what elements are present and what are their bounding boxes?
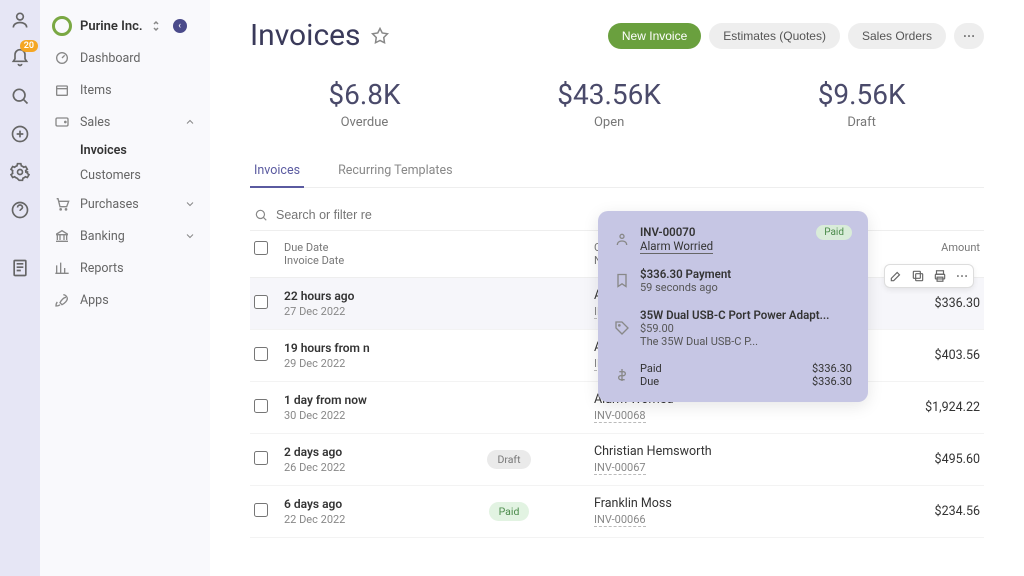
chevron-down-icon	[184, 198, 196, 210]
table-row[interactable]: 2 days ago 26 Dec 2022 Draft Christian H…	[250, 434, 984, 486]
person-icon	[614, 225, 630, 253]
print-icon[interactable]	[933, 269, 947, 283]
tag-icon	[614, 308, 630, 348]
sales-orders-button[interactable]: Sales Orders	[848, 23, 946, 49]
org-name: Purine Inc.	[80, 19, 143, 34]
status-badge: Paid	[489, 502, 530, 521]
star-icon[interactable]	[371, 27, 389, 45]
invoice-preview-popover: Paid INV-00070 Alarm Worried $336.30 Pay…	[598, 211, 868, 402]
more-icon[interactable]	[955, 269, 969, 283]
nav-invoices[interactable]: Invoices	[80, 138, 210, 163]
dollar-icon	[614, 362, 630, 388]
row-actions	[884, 264, 974, 288]
dots-icon	[962, 29, 976, 43]
row-checkbox[interactable]	[254, 295, 268, 309]
popover-customer-link[interactable]: Alarm Worried	[640, 239, 713, 254]
stat-overdue: $6.8K Overdue	[328, 78, 400, 130]
invoice-number-link[interactable]: INV-00067	[594, 461, 646, 475]
popover-status: Paid	[816, 225, 852, 240]
row-checkbox[interactable]	[254, 347, 268, 361]
page-icon[interactable]	[10, 258, 30, 278]
chevron-down-icon	[184, 230, 196, 242]
search-icon	[254, 208, 268, 222]
row-checkbox[interactable]	[254, 503, 268, 517]
bank-icon	[54, 228, 70, 244]
speedometer-icon	[54, 50, 70, 66]
user-icon[interactable]	[10, 10, 30, 30]
table-row[interactable]: 6 days ago 22 Dec 2022 Paid Franklin Mos…	[250, 486, 984, 538]
nav-items[interactable]: Items	[40, 74, 210, 106]
chevron-up-icon	[184, 116, 196, 128]
new-invoice-button[interactable]: New Invoice	[608, 23, 701, 49]
box-icon	[54, 82, 70, 98]
wallet-icon	[54, 114, 70, 130]
bell-icon[interactable]: 20	[10, 48, 30, 68]
status-badge: Draft	[487, 450, 530, 469]
cart-icon	[54, 196, 70, 212]
more-actions-button[interactable]	[954, 23, 984, 49]
nav-apps[interactable]: Apps	[40, 284, 210, 316]
chart-icon	[54, 260, 70, 276]
nav-dashboard[interactable]: Dashboard	[40, 42, 210, 74]
rocket-icon	[54, 292, 70, 308]
estimates-button[interactable]: Estimates (Quotes)	[709, 23, 840, 49]
stat-open: $43.56K Open	[557, 78, 661, 130]
edit-icon[interactable]	[889, 269, 903, 283]
select-all-checkbox[interactable]	[254, 241, 268, 255]
nav-purchases[interactable]: Purchases	[40, 188, 210, 220]
org-logo	[52, 16, 72, 36]
search-icon[interactable]	[10, 86, 30, 106]
nav-customers[interactable]: Customers	[80, 163, 210, 188]
tab-invoices[interactable]: Invoices	[250, 155, 304, 188]
nav-sales[interactable]: Sales	[40, 106, 210, 138]
icon-rail: 20	[0, 0, 40, 576]
help-icon[interactable]	[10, 200, 30, 220]
nav-reports[interactable]: Reports	[40, 252, 210, 284]
main-content: Invoices New Invoice Estimates (Quotes) …	[210, 0, 1024, 576]
org-switcher[interactable]: Purine Inc. ‹	[40, 10, 210, 42]
copy-icon[interactable]	[911, 269, 925, 283]
add-icon[interactable]	[10, 124, 30, 144]
expand-icon	[151, 19, 161, 33]
gear-icon[interactable]	[10, 162, 30, 182]
page-title: Invoices	[250, 18, 361, 53]
stat-draft: $9.56K Draft	[818, 78, 906, 130]
invoice-number-link[interactable]: INV-00066	[594, 513, 646, 527]
tab-recurring[interactable]: Recurring Templates	[334, 155, 457, 187]
nav-banking[interactable]: Banking	[40, 220, 210, 252]
row-checkbox[interactable]	[254, 451, 268, 465]
row-checkbox[interactable]	[254, 399, 268, 413]
notification-badge: 20	[20, 40, 38, 52]
invoice-number-link[interactable]: INV-00068	[594, 409, 646, 423]
bookmark-icon	[614, 267, 630, 294]
collapse-icon[interactable]: ‹	[173, 19, 187, 33]
sidebar: Purine Inc. ‹ Dashboard Items Sales Invo…	[40, 0, 210, 576]
